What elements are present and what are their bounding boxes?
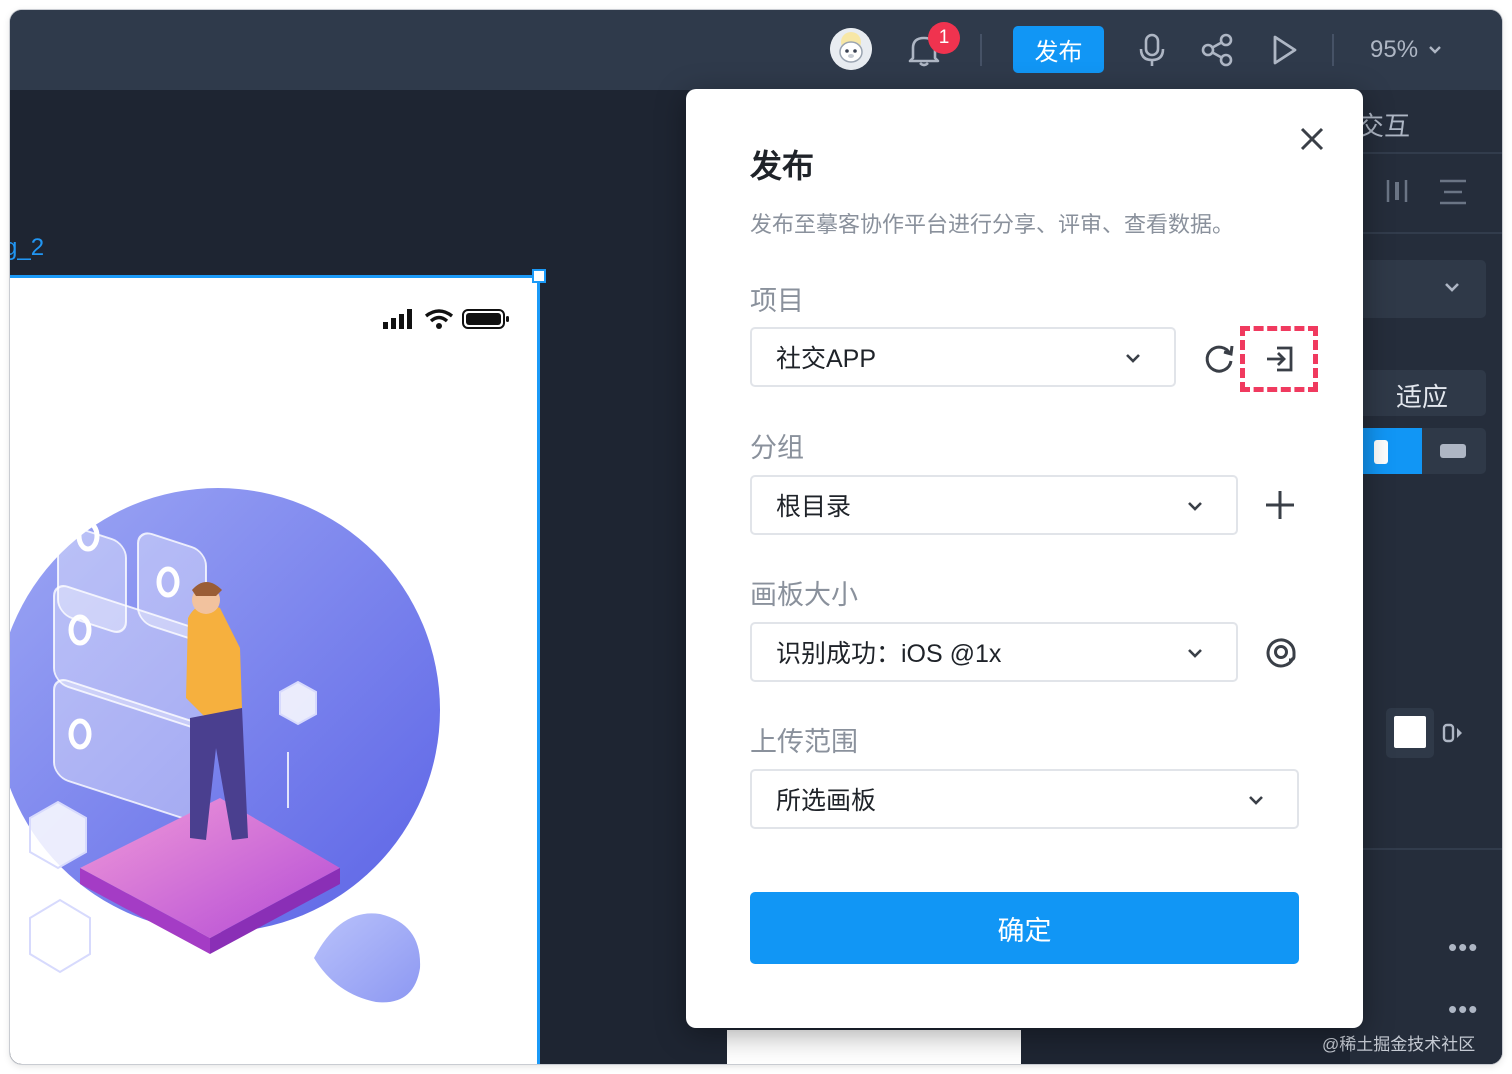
wifi-icon xyxy=(424,309,454,329)
highlight-annotation xyxy=(1240,326,1318,392)
artboard-label[interactable]: g_2 xyxy=(10,234,44,262)
more-options-icon[interactable]: ••• xyxy=(1448,932,1478,963)
plus-icon xyxy=(1266,491,1294,519)
toolbar-divider xyxy=(980,34,982,66)
artboard-resize-handle[interactable] xyxy=(532,269,546,283)
divider xyxy=(1350,152,1502,154)
detect-size-button[interactable] xyxy=(1264,635,1298,669)
inspector-dropdown[interactable] xyxy=(1350,260,1486,318)
phone-status-bar xyxy=(382,308,510,330)
project-label: 项目 xyxy=(750,286,804,316)
notification-badge: 1 xyxy=(928,22,960,54)
publish-button[interactable]: 发布 xyxy=(1013,26,1104,73)
interaction-tab[interactable]: 交互 xyxy=(1358,106,1410,143)
zoom-value: 95% xyxy=(1370,36,1419,63)
inspector-panel: 交互 适应 ••• ••• xyxy=(1350,90,1502,1064)
chevron-down-icon xyxy=(1188,502,1202,511)
artboard-bottom xyxy=(727,1030,1021,1064)
board-size-value: 识别成功：iOS @1x xyxy=(776,640,1002,668)
chevron-down-icon xyxy=(1249,796,1263,805)
board-size-label: 画板大小 xyxy=(750,580,858,610)
confirm-button[interactable]: 确定 xyxy=(750,892,1299,964)
close-icon xyxy=(1300,127,1324,151)
play-icon xyxy=(1273,35,1297,65)
fit-label: 适应 xyxy=(1396,382,1449,412)
microphone-icon xyxy=(1139,33,1165,66)
refresh-button[interactable] xyxy=(1200,339,1238,377)
dialog-title: 发布 xyxy=(750,148,815,184)
more-options-icon[interactable]: ••• xyxy=(1448,994,1478,1025)
publish-dialog: 发布 发布至摹客协作平台进行分享、评审、查看数据。 项目 社交APP 分组 根目… xyxy=(686,89,1363,1028)
watermark: @稀土掘金技术社区 xyxy=(1322,1035,1476,1054)
signal-icon xyxy=(383,309,412,329)
upload-scope-label: 上传范围 xyxy=(750,727,858,757)
group-label: 分组 xyxy=(750,433,804,463)
artboard[interactable] xyxy=(10,275,540,1064)
close-button[interactable] xyxy=(1296,123,1328,155)
upload-scope-select[interactable]: 所选画板 xyxy=(750,769,1299,829)
share-button[interactable] xyxy=(1198,30,1236,70)
divider xyxy=(1350,848,1502,850)
group-select[interactable]: 根目录 xyxy=(750,475,1238,535)
color-swatch xyxy=(1394,716,1426,748)
board-size-select[interactable]: 识别成功：iOS @1x xyxy=(750,622,1238,682)
target-icon xyxy=(1266,638,1296,668)
project-select[interactable]: 社交APP xyxy=(750,327,1176,387)
portrait-icon xyxy=(1374,440,1388,464)
avatar[interactable] xyxy=(830,28,872,70)
divider xyxy=(1350,232,1502,234)
dialog-description: 发布至摹客协作平台进行分享、评审、查看数据。 xyxy=(750,212,1235,237)
refresh-icon xyxy=(1205,345,1234,373)
illustration xyxy=(10,488,440,1003)
landscape-icon xyxy=(1440,444,1466,458)
avatar-icon xyxy=(830,28,872,70)
fill-color-swatch[interactable] xyxy=(1386,708,1434,758)
top-toolbar: 1 发布 95% xyxy=(10,10,1502,90)
add-group-button[interactable] xyxy=(1262,487,1298,523)
landscape-orientation-button[interactable] xyxy=(1422,428,1486,474)
fit-button[interactable]: 适应 xyxy=(1350,370,1486,416)
eyedropper-icon[interactable] xyxy=(1442,722,1466,744)
microphone-button[interactable] xyxy=(1134,30,1170,70)
battery-icon xyxy=(462,309,509,329)
chevron-down-icon xyxy=(1126,354,1140,363)
distribute-horizontal-icon[interactable] xyxy=(1384,176,1414,206)
zoom-dropdown[interactable]: 95% xyxy=(1370,30,1442,70)
share-icon xyxy=(1201,33,1233,67)
distribute-vertical-icon[interactable] xyxy=(1438,178,1468,206)
preview-play-button[interactable] xyxy=(1266,30,1302,70)
chevron-down-icon xyxy=(1445,283,1459,292)
group-value: 根目录 xyxy=(776,493,852,521)
project-value: 社交APP xyxy=(776,345,877,373)
upload-scope-value: 所选画板 xyxy=(776,787,877,815)
chevron-down-icon xyxy=(1429,46,1441,54)
toolbar-divider xyxy=(1332,34,1334,66)
chevron-down-icon xyxy=(1188,649,1202,658)
